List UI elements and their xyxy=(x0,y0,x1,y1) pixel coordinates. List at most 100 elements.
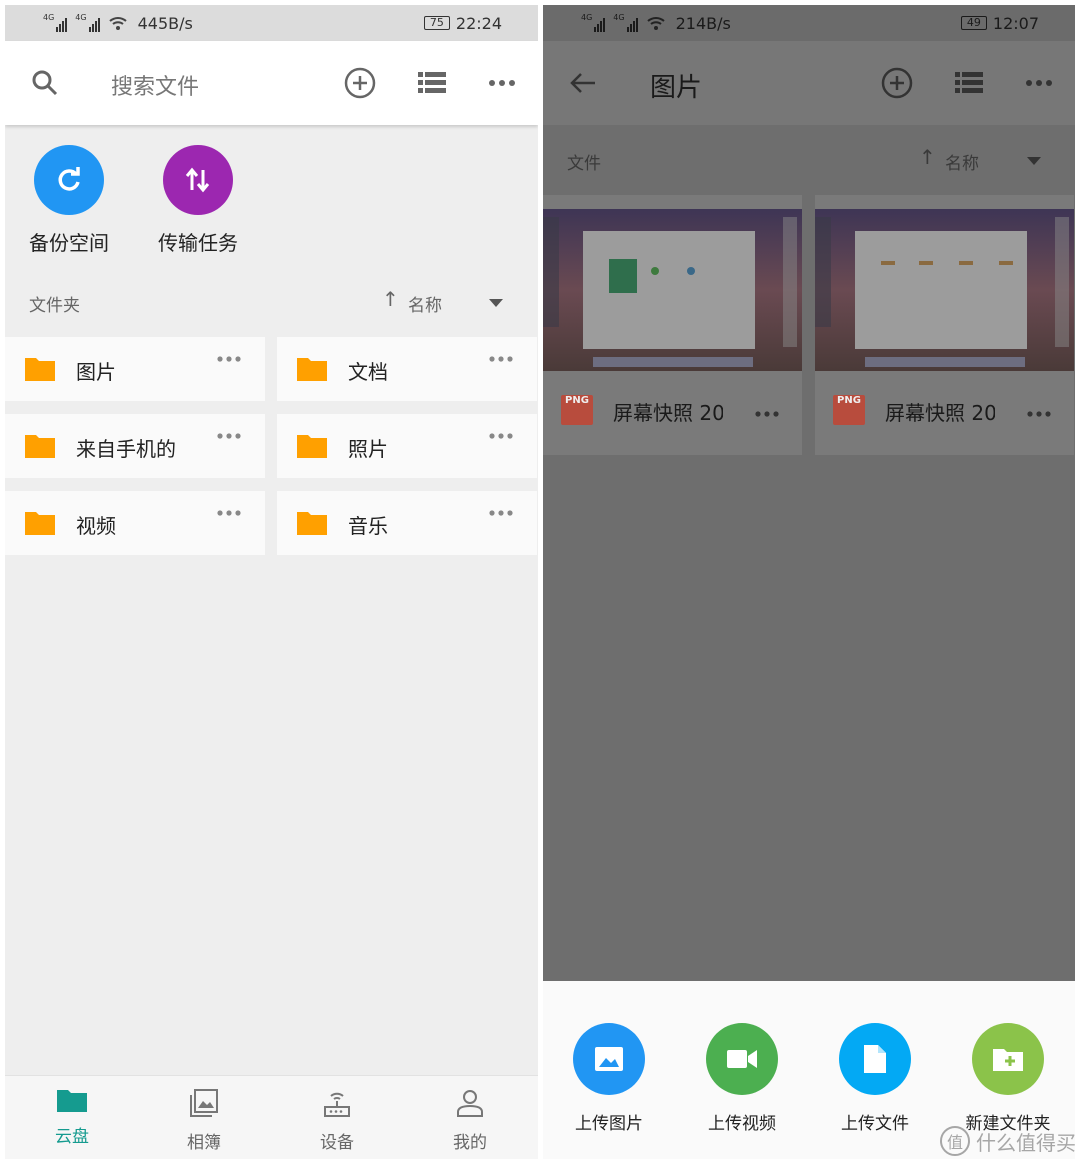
image-thumbnail xyxy=(815,209,1074,371)
search-bar: 搜索文件 xyxy=(5,41,538,125)
list-view-icon[interactable] xyxy=(949,63,989,103)
folder-name: 照片 xyxy=(348,437,388,461)
clock: 22:24 xyxy=(455,13,502,33)
status-bar: 4G 4G 214B/s 49 12:07 xyxy=(543,5,1075,41)
nav-mine[interactable]: 我的 xyxy=(420,1088,520,1153)
sort-label[interactable]: 名称 xyxy=(945,149,979,174)
folder-name: 来自手机的 xyxy=(76,437,176,461)
battery-icon: 75 xyxy=(423,16,450,30)
folder-icon xyxy=(297,435,327,458)
file-icon xyxy=(839,1023,911,1095)
more-icon[interactable] xyxy=(489,509,513,517)
folder-item[interactable]: 照片 xyxy=(277,414,537,478)
transfer-icon xyxy=(163,145,233,215)
folder-item[interactable]: 来自手机的 xyxy=(5,414,265,478)
nav-label: 我的 xyxy=(453,1133,487,1153)
backup-space-button[interactable]: 备份空间 xyxy=(14,145,124,256)
action-label: 上传图片 xyxy=(575,1114,643,1134)
upload-image-button[interactable]: 上传图片 xyxy=(549,1023,669,1134)
section-title: 文件 xyxy=(567,154,601,174)
cloud-folder-icon xyxy=(57,1090,87,1112)
signal-icon: 4G xyxy=(75,14,100,32)
add-circle-icon[interactable] xyxy=(877,63,917,103)
list-view-icon[interactable] xyxy=(412,63,452,103)
file-card[interactable]: PNG 屏幕快照 20 xyxy=(543,195,802,455)
nav-label: 设备 xyxy=(320,1133,354,1153)
album-icon xyxy=(190,1089,218,1117)
file-name: 屏幕快照 20 xyxy=(885,401,995,425)
battery-icon: 49 xyxy=(960,16,987,30)
file-card[interactable]: PNG 屏幕快照 20 xyxy=(815,195,1074,455)
search-input[interactable]: 搜索文件 xyxy=(111,69,199,101)
new-folder-icon xyxy=(972,1023,1044,1095)
folder-item[interactable]: 视频 xyxy=(5,491,265,555)
watermark-text: 什么值得买 xyxy=(976,1130,1076,1155)
quick-action-label: 备份空间 xyxy=(29,231,109,255)
more-icon[interactable] xyxy=(482,63,522,103)
folder-name: 视频 xyxy=(76,514,116,538)
chevron-down-icon[interactable] xyxy=(1027,157,1041,165)
folder-name: 文档 xyxy=(348,360,388,384)
more-icon[interactable] xyxy=(755,410,779,418)
more-icon[interactable] xyxy=(217,355,241,363)
folder-icon xyxy=(25,358,55,381)
new-folder-button[interactable]: 新建文件夹 xyxy=(948,1023,1068,1134)
person-icon xyxy=(457,1090,483,1117)
chevron-down-icon[interactable] xyxy=(489,299,503,307)
folder-section-header: 文件夹 ↑ 名称 xyxy=(5,283,538,323)
folder-icon xyxy=(25,435,55,458)
more-icon[interactable] xyxy=(1027,410,1051,418)
transfer-tasks-button[interactable]: 传输任务 xyxy=(143,145,253,256)
network-speed: 445B/s xyxy=(137,13,193,33)
add-circle-icon[interactable] xyxy=(340,63,380,103)
folder-icon xyxy=(297,512,327,535)
image-icon xyxy=(573,1023,645,1095)
more-icon[interactable] xyxy=(1019,63,1059,103)
file-name: 屏幕快照 20 xyxy=(613,401,723,425)
nav-album[interactable]: 相簿 xyxy=(154,1088,254,1153)
video-icon xyxy=(706,1023,778,1095)
sort-arrow-icon[interactable]: ↑ xyxy=(382,287,399,311)
folder-item[interactable]: 文档 xyxy=(277,337,537,401)
search-icon[interactable] xyxy=(25,63,65,103)
bottom-navigation: 云盘 相簿 设备 我的 xyxy=(5,1075,538,1159)
upload-video-button[interactable]: 上传视频 xyxy=(682,1023,802,1134)
nav-label: 云盘 xyxy=(55,1127,89,1147)
left-phone-screen: 4G 4G 445B/s 75 22:24 搜索文件 备份空间 传输任务 文件夹… xyxy=(5,5,538,1159)
sort-arrow-icon[interactable]: ↑ xyxy=(919,145,936,169)
folder-name: 音乐 xyxy=(348,514,388,538)
folder-item[interactable]: 音乐 xyxy=(277,491,537,555)
folder-item[interactable]: 图片 xyxy=(5,337,265,401)
more-icon[interactable] xyxy=(217,432,241,440)
nav-cloud-drive[interactable]: 云盘 xyxy=(22,1088,122,1147)
signal-icon: 4G xyxy=(613,14,638,32)
nav-label: 相簿 xyxy=(187,1133,221,1153)
app-header: 图片 xyxy=(543,41,1075,125)
folder-icon xyxy=(297,358,327,381)
watermark: 值 什么值得买 xyxy=(940,1126,1076,1156)
clock: 12:07 xyxy=(992,13,1039,33)
upload-file-button[interactable]: 上传文件 xyxy=(815,1023,935,1134)
signal-icon: 4G xyxy=(43,14,68,32)
more-icon[interactable] xyxy=(489,355,513,363)
network-speed: 214B/s xyxy=(675,13,731,33)
refresh-icon xyxy=(34,145,104,215)
section-title: 文件夹 xyxy=(29,296,80,316)
png-file-icon: PNG xyxy=(833,395,865,425)
router-icon xyxy=(324,1092,350,1117)
quick-action-label: 传输任务 xyxy=(158,231,238,255)
nav-device[interactable]: 设备 xyxy=(287,1088,387,1153)
back-arrow-icon[interactable] xyxy=(563,63,603,103)
sort-label[interactable]: 名称 xyxy=(408,291,442,316)
folder-icon xyxy=(25,512,55,535)
png-file-icon: PNG xyxy=(561,395,593,425)
signal-icon: 4G xyxy=(581,14,606,32)
wifi-icon xyxy=(646,17,665,30)
more-icon[interactable] xyxy=(217,509,241,517)
file-section-header: 文件 ↑ 名称 xyxy=(543,141,1075,181)
watermark-badge: 值 xyxy=(940,1126,970,1156)
action-label: 上传文件 xyxy=(841,1114,909,1134)
status-bar: 4G 4G 445B/s 75 22:24 xyxy=(5,5,538,41)
wifi-icon xyxy=(108,17,127,30)
more-icon[interactable] xyxy=(489,432,513,440)
